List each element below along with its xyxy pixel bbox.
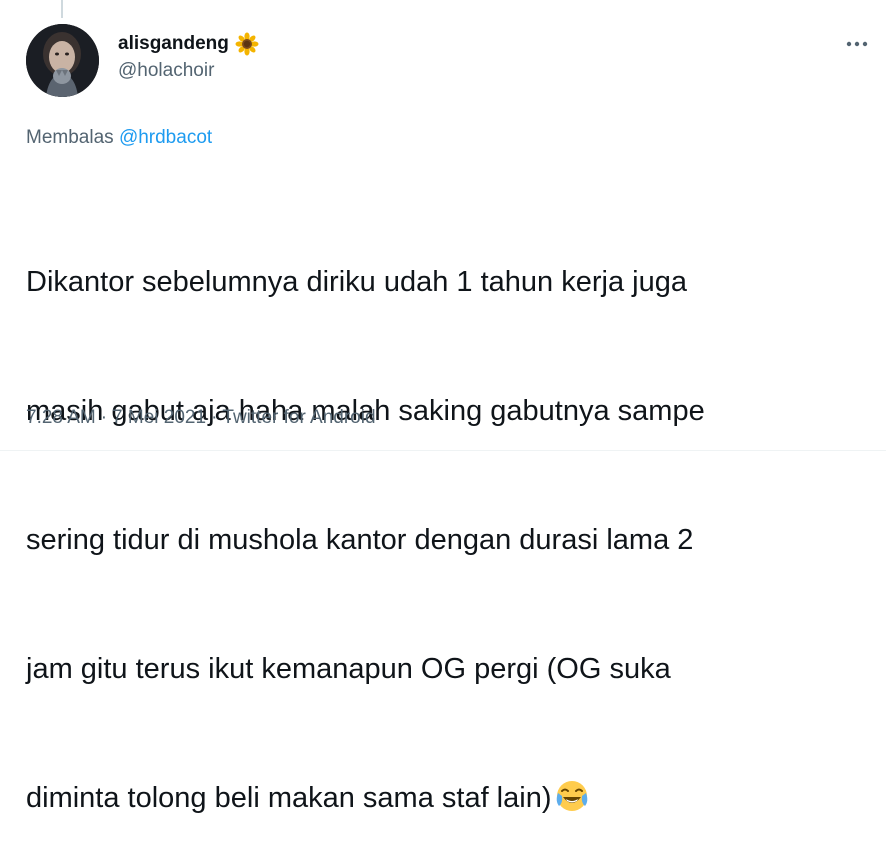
face-with-tears-of-joy-icon [555, 779, 589, 813]
avatar-image [26, 24, 99, 97]
more-dots-icon [846, 41, 868, 47]
tweet-date[interactable]: 7 Mei 2021 [112, 407, 206, 429]
tweet-text-line: sering tidur di mushola kantor dengan du… [26, 524, 694, 556]
meta-separator: · [211, 407, 218, 428]
meta-separator: · [100, 407, 108, 428]
replying-to-label: Membalas [26, 127, 114, 148]
user-handle[interactable]: @holachoir [118, 60, 259, 82]
display-name-row: alisgandeng [118, 30, 259, 58]
tweet-text-line: jam gitu terus ikut kemanapun OG pergi (… [26, 653, 671, 685]
replying-to: Membalas @hrdbacot [26, 127, 212, 149]
display-name[interactable]: alisgandeng [118, 33, 229, 55]
tweet-meta: 7.28 AM · 7 Mei 2021 · Twitter for Andro… [26, 407, 376, 429]
avatar[interactable] [26, 24, 99, 97]
tweet-time[interactable]: 7.28 AM [26, 407, 96, 429]
thread-connector-line [61, 0, 63, 18]
tweet-text: Dikantor sebelumnya diriku udah 1 tahun … [26, 175, 866, 863]
author-names: alisgandeng @holachoir [118, 30, 259, 82]
tweet-source[interactable]: Twitter for Android [222, 407, 375, 429]
tweet-text-line: diminta tolong beli makan sama staf lain… [26, 782, 552, 814]
tweet-header: alisgandeng @holachoir [26, 24, 886, 100]
tweet-text-line: Dikantor sebelumnya diriku udah 1 tahun … [26, 266, 687, 298]
reply-mention-link[interactable]: @hrdbacot [119, 127, 212, 148]
more-options-button[interactable] [842, 33, 872, 55]
sunflower-icon [235, 32, 259, 56]
tweet-text-last-line-wrap: diminta tolong beli makan sama staf lain… [26, 777, 866, 820]
